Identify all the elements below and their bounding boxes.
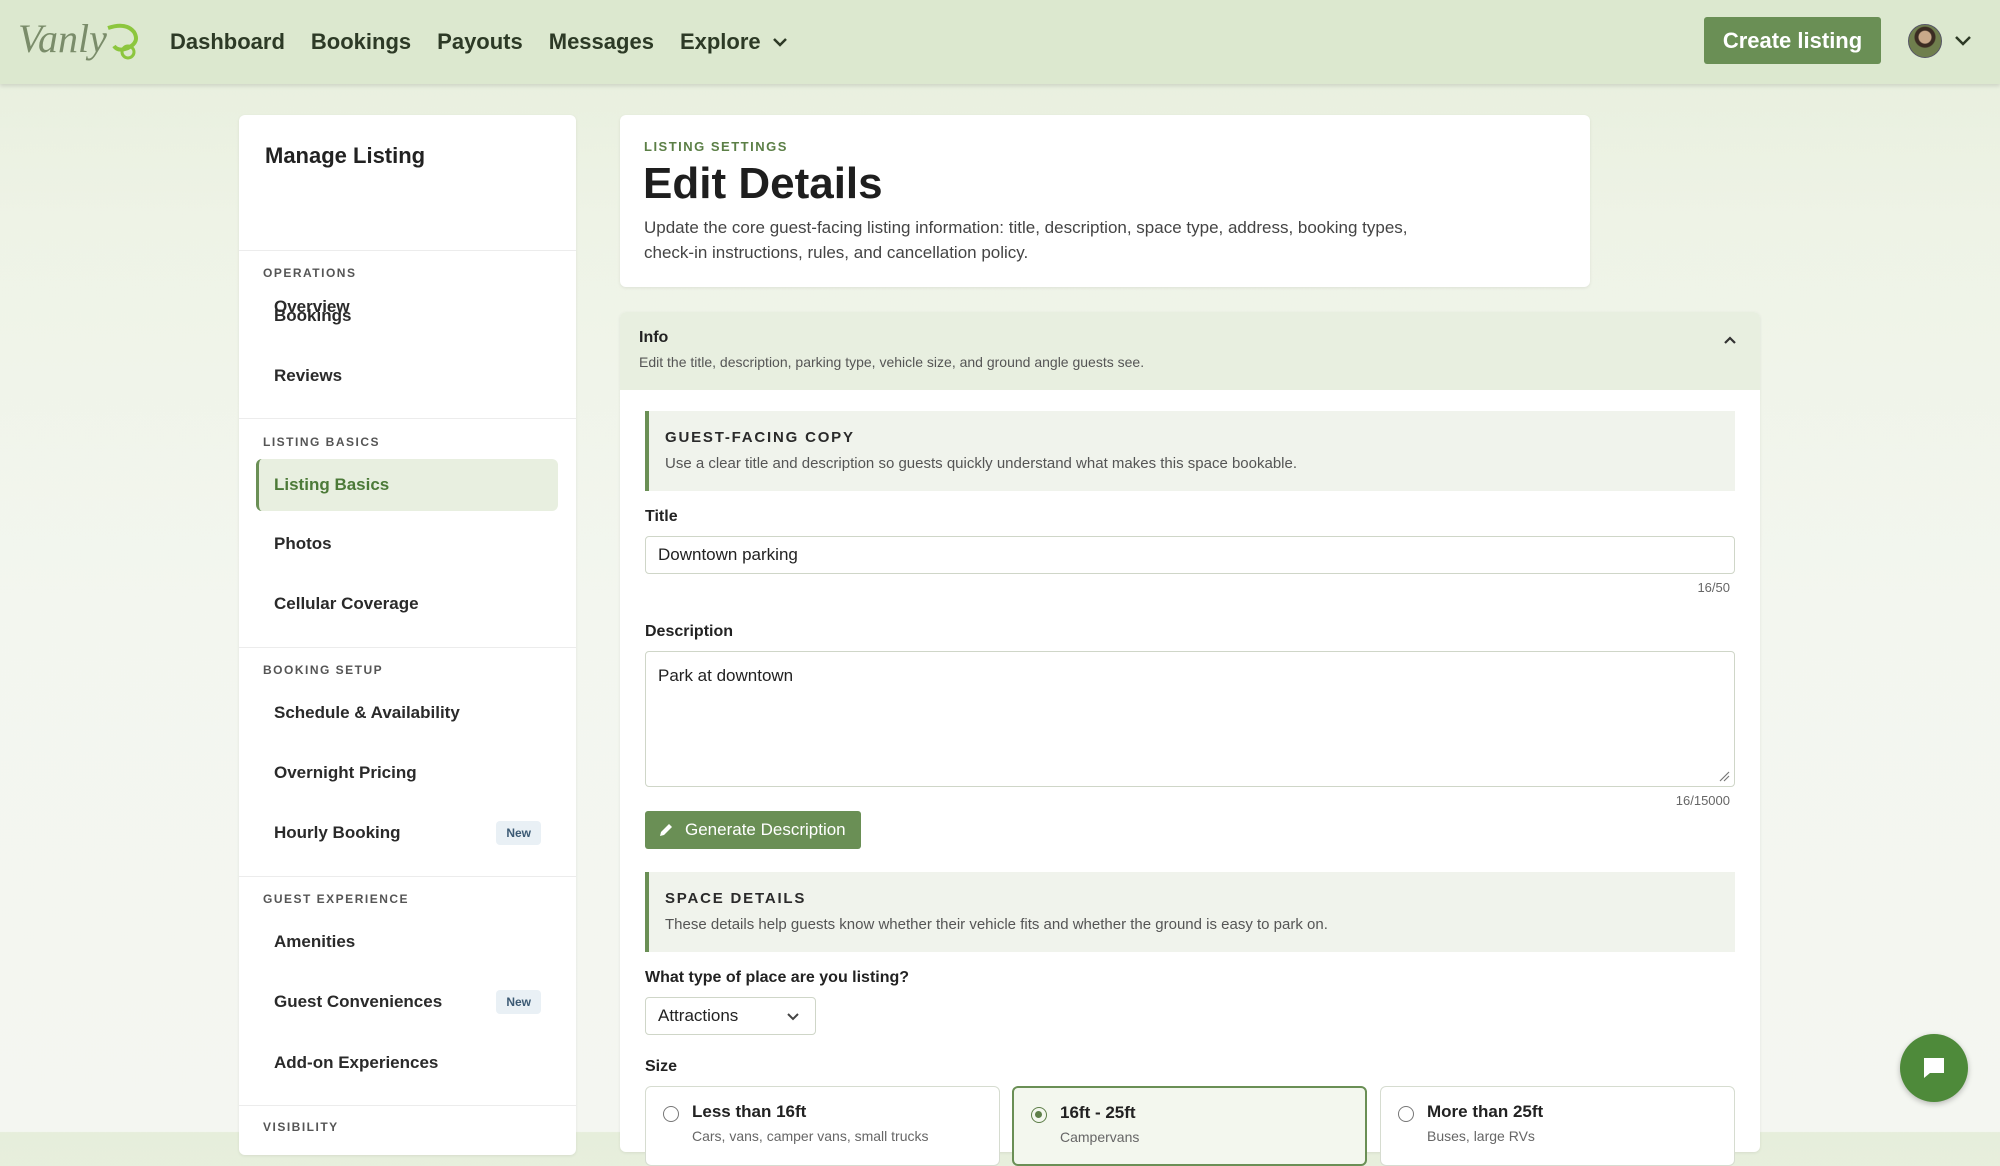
sidebar-section-listing-basics: LISTING BASICS	[263, 435, 381, 449]
create-listing-button[interactable]: Create listing	[1704, 17, 1881, 64]
callout-text: Use a clear title and description so gue…	[665, 455, 1298, 472]
new-badge: New	[496, 990, 541, 1014]
sidebar-item-add-on-experiences[interactable]: Add-on Experiences	[256, 1037, 558, 1089]
new-badge: New	[496, 821, 541, 845]
description-textarea[interactable]: Park at downtown	[645, 651, 1735, 787]
divider	[239, 1105, 576, 1106]
divider	[239, 250, 576, 251]
callout-title: GUEST-FACING COPY	[665, 429, 855, 446]
nav-payouts[interactable]: Payouts	[437, 29, 523, 55]
space-details-callout: SPACE DETAILS These details help guests …	[645, 872, 1735, 952]
description-value: Park at downtown	[658, 666, 794, 685]
size-option-label: 16ft - 25ft	[1060, 1103, 1136, 1122]
info-panel: Info Edit the title, description, parkin…	[620, 312, 1760, 1166]
radio-button[interactable]	[1398, 1106, 1414, 1122]
top-navigation-bar: Vanly Dashboard Bookings Payouts Message…	[0, 0, 2000, 84]
account-chevron-down-icon[interactable]	[1953, 32, 1973, 50]
sidebar-item-photos[interactable]: Photos	[256, 518, 558, 570]
sidebar-section-booking-setup: BOOKING SETUP	[263, 663, 384, 677]
size-label: Size	[645, 1058, 678, 1075]
divider	[239, 647, 576, 648]
sidebar-section-operations: OPERATIONS	[263, 266, 357, 280]
sidebar-item-listing-basics[interactable]: Listing Basics	[256, 459, 558, 511]
size-option-label: More than 25ft	[1427, 1102, 1544, 1121]
page-header-card: LISTING SETTINGS Edit Details Update the…	[620, 115, 1590, 287]
description-char-counter: 16/15000	[1675, 793, 1730, 808]
size-option-label: Less than 16ft	[692, 1102, 807, 1121]
sidebar-item-overnight-pricing[interactable]: Overnight Pricing	[256, 747, 558, 799]
chevron-down-icon	[772, 38, 787, 47]
guest-facing-copy-callout: GUEST-FACING COPY Use a clear title and …	[645, 411, 1735, 491]
place-type-select[interactable]: Attractions	[645, 997, 816, 1035]
sidebar-item-hourly-booking[interactable]: Hourly Booking New	[256, 807, 558, 859]
size-option-description: Cars, vans, camper vans, small trucks	[692, 1128, 929, 1144]
sidebar-section-guest-experience: GUEST EXPERIENCE	[263, 892, 410, 906]
nav-explore-label: Explore	[679, 29, 761, 54]
place-type-label: What type of place are you listing?	[645, 969, 910, 986]
page-title: Edit Details	[643, 159, 883, 208]
nav-bookings[interactable]: Bookings	[311, 29, 411, 55]
callout-title: SPACE DETAILS	[665, 890, 807, 907]
sidebar-item-amenities[interactable]: Amenities	[256, 916, 558, 968]
pencil-icon	[660, 824, 672, 836]
sidebar-item-guest-conveniences[interactable]: Guest Conveniences New	[256, 976, 558, 1028]
nav-dashboard[interactable]: Dashboard	[170, 29, 285, 55]
size-option-less-than-16ft[interactable]: Less than 16ft Cars, vans, camper vans, …	[645, 1086, 1000, 1166]
title-char-counter: 16/50	[1697, 580, 1730, 595]
info-panel-title: Info	[639, 329, 669, 346]
info-panel-header[interactable]: Info Edit the title, description, parkin…	[620, 312, 1760, 390]
sidebar-item-schedule[interactable]: Schedule & Availability	[256, 687, 558, 739]
divider	[239, 876, 576, 877]
page-eyebrow: LISTING SETTINGS	[644, 139, 788, 154]
sidebar-item-cellular-coverage[interactable]: Cellular Coverage	[256, 578, 558, 630]
vanly-logo[interactable]: Vanly	[16, 14, 146, 66]
size-option-description: Campervans	[1060, 1129, 1140, 1145]
size-option-16ft-25ft[interactable]: 16ft - 25ft Campervans	[1012, 1086, 1367, 1166]
svg-text:Vanly: Vanly	[18, 16, 107, 61]
generate-description-button[interactable]: Generate Description	[645, 811, 861, 849]
info-panel-subtitle: Edit the title, description, parking typ…	[639, 354, 1145, 370]
size-option-description: Buses, large RVs	[1427, 1128, 1535, 1144]
radio-button-selected[interactable]	[1031, 1107, 1047, 1123]
title-input[interactable]: Downtown parking	[645, 536, 1735, 574]
manage-listing-sidebar: Manage Listing Overview OPERATIONS Booki…	[239, 115, 576, 1155]
resize-grip-icon[interactable]	[1718, 770, 1730, 782]
sidebar-item-bookings[interactable]: Bookings	[256, 290, 558, 342]
nav-messages[interactable]: Messages	[549, 29, 654, 55]
chevron-down-icon	[787, 1013, 799, 1021]
sidebar-item-label: Guest Conveniences	[274, 992, 443, 1011]
chevron-up-icon[interactable]	[1720, 330, 1740, 350]
size-option-more-than-25ft[interactable]: More than 25ft Buses, large RVs	[1380, 1086, 1735, 1166]
description-label: Description	[645, 623, 734, 640]
generate-description-label: Generate Description	[685, 820, 846, 839]
sidebar-item-label: Hourly Booking	[274, 823, 401, 842]
chat-button[interactable]	[1900, 1034, 1968, 1102]
divider	[239, 418, 576, 419]
place-type-value: Attractions	[658, 1006, 739, 1025]
nav-explore[interactable]: Explore	[680, 29, 789, 55]
page-description: Update the core guest-facing listing inf…	[644, 218, 1408, 262]
sidebar-title: Manage Listing	[265, 143, 426, 168]
title-label: Title	[645, 508, 678, 525]
chat-icon	[1924, 1058, 1944, 1078]
callout-text: These details help guests know whether t…	[665, 916, 1328, 933]
avatar[interactable]	[1908, 24, 1942, 58]
radio-button[interactable]	[663, 1106, 679, 1122]
sidebar-item-reviews[interactable]: Reviews	[256, 350, 558, 402]
main-nav: Dashboard Bookings Payouts Messages Expl…	[170, 0, 815, 84]
